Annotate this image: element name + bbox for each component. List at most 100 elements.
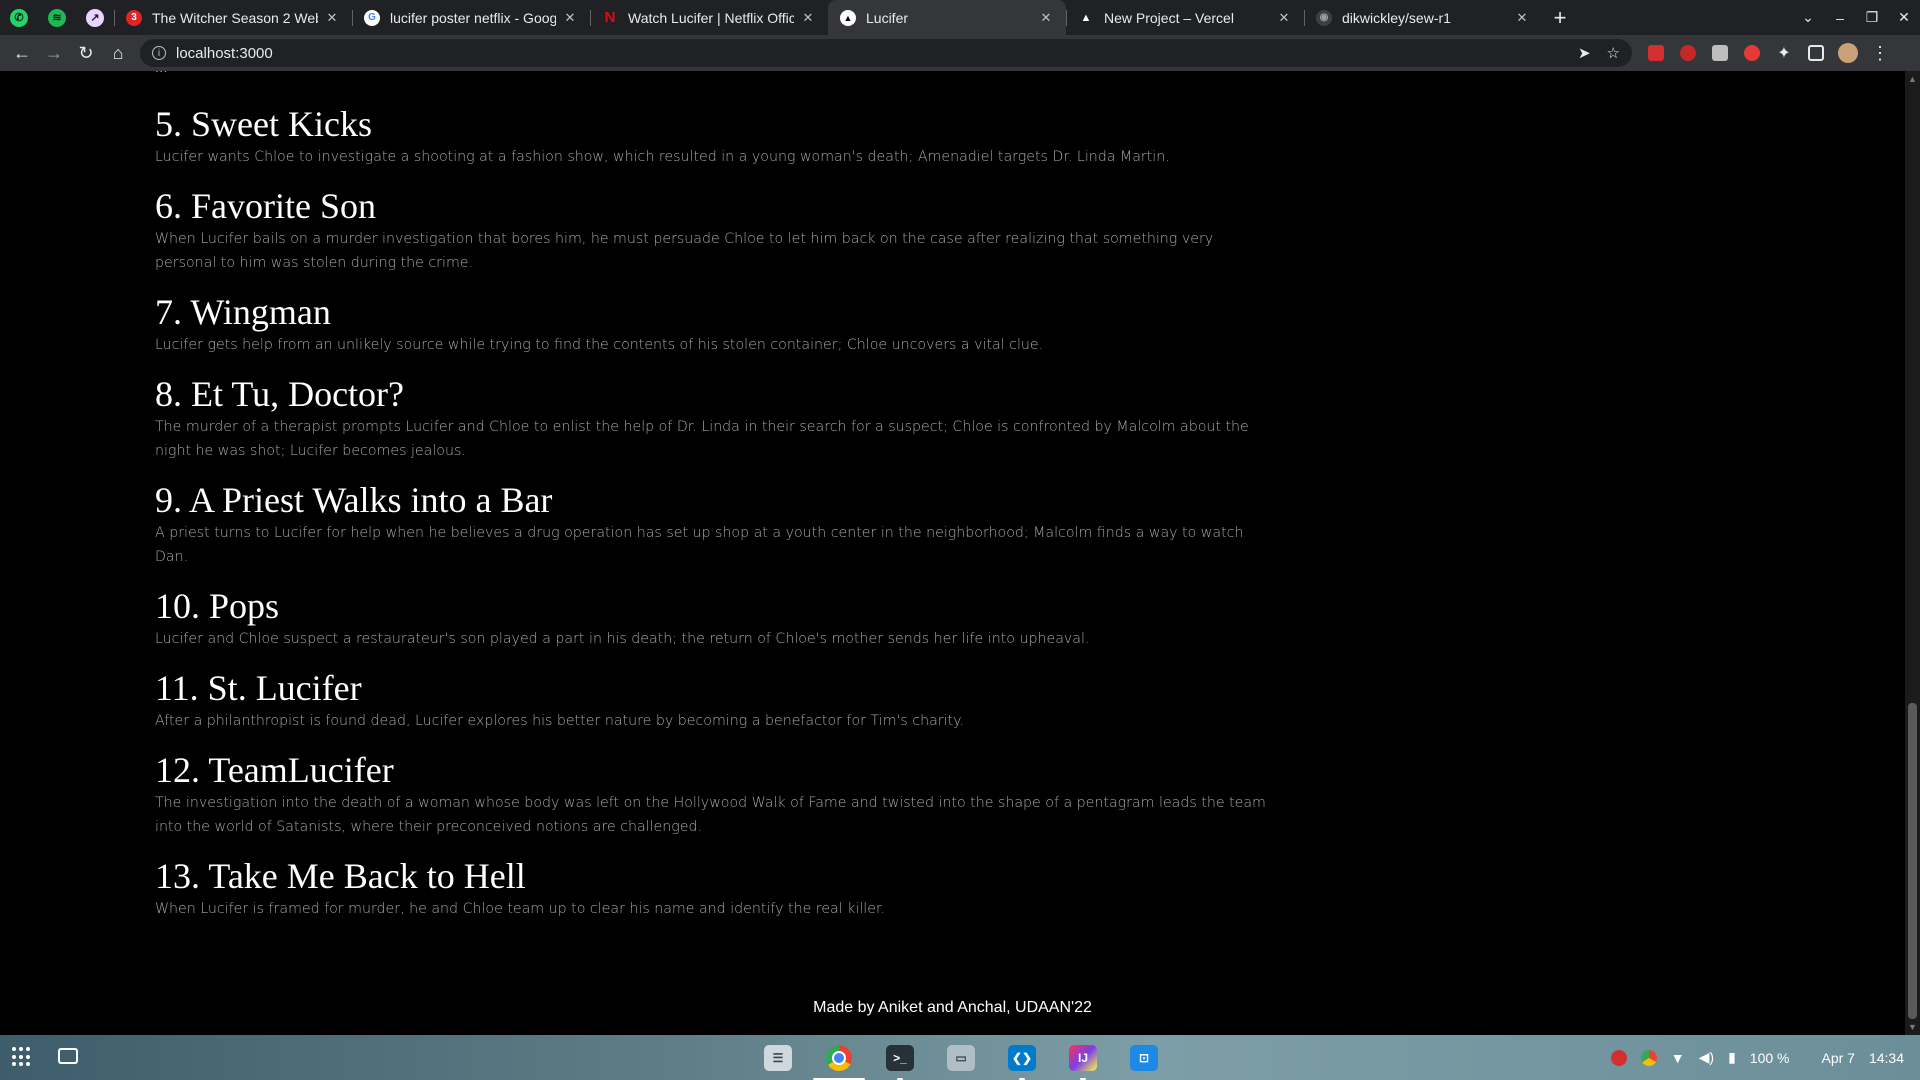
episode-item: 7. Wingman Lucifer gets help from an unl… <box>155 291 1270 357</box>
episode-description: Lucifer and Chloe suspect a restaurateur… <box>155 631 1090 647</box>
home-icon[interactable]: ⌂ <box>102 37 134 69</box>
shelf-app-terminal[interactable]: >_ <box>882 1041 918 1074</box>
wifi-icon: ▼ <box>1670 1049 1685 1066</box>
partial-episode-description: ... <box>155 71 168 76</box>
tab-title: Lucifer <box>866 9 909 26</box>
back-icon[interactable]: ← <box>6 37 38 69</box>
episode-description: After a philanthropist is found dead, Lu… <box>155 713 965 729</box>
360-icon: 3 <box>126 9 142 26</box>
episode-item: 8. Et Tu, Doctor? The murder of a therap… <box>155 373 1270 463</box>
close-icon[interactable]: ✕ <box>800 10 816 26</box>
shelf-apps: ☰ >_ ▭ ❮❯ IJ ⊡ <box>760 1041 1162 1074</box>
pinned-tab-rocket[interactable]: ↗ <box>76 0 114 35</box>
netflix-icon: N <box>604 9 616 26</box>
volume-icon: ◀) <box>1698 1049 1715 1065</box>
shelf-app-folder[interactable]: ▭ <box>943 1041 979 1074</box>
menu-kebab-icon[interactable]: ⋮ <box>1864 37 1896 69</box>
page-viewport: ... 5. Sweet Kicks Lucifer wants Chloe t… <box>0 71 1905 1035</box>
new-tab-button[interactable]: + <box>1542 0 1578 35</box>
extension-4[interactable] <box>1736 37 1768 69</box>
tab-google-search[interactable]: G lucifer poster netflix - Goog ✕ <box>352 0 590 35</box>
spotify-icon: ≋ <box>48 8 66 27</box>
overview-icon[interactable] <box>58 1048 78 1064</box>
rocket-icon: ↗ <box>86 8 104 27</box>
episode-description: Lucifer wants Chloe to investigate a sho… <box>155 149 1170 165</box>
url-text[interactable]: localhost:3000 <box>176 45 1562 62</box>
extension-icon <box>1712 45 1728 61</box>
bookmark-star-icon[interactable]: ☆ <box>1607 44 1620 62</box>
github-icon: ◉ <box>1316 9 1332 26</box>
page-scrollbar[interactable]: ▲ ▼ <box>1905 71 1920 1035</box>
minimize-icon[interactable]: – <box>1824 10 1856 26</box>
close-icon[interactable]: ✕ <box>1276 10 1292 26</box>
reload-icon[interactable]: ↻ <box>70 37 102 69</box>
scroll-down-icon[interactable]: ▼ <box>1908 1022 1917 1032</box>
pinned-tab-spotify[interactable]: ≋ <box>38 0 76 35</box>
intellij-icon: IJ <box>1069 1044 1097 1071</box>
tab-search-icon[interactable]: ⌄ <box>1792 9 1824 26</box>
episode-description: A priest turns to Lucifer for help when … <box>155 525 1244 565</box>
extension-1[interactable] <box>1640 37 1672 69</box>
episode-item: 12. TeamLucifer The investigation into t… <box>155 749 1270 839</box>
send-icon[interactable]: ➤ <box>1578 44 1591 62</box>
shelf-app-chrome[interactable] <box>821 1041 857 1074</box>
page-footer: Made by Aniket and Anchal, UDAAN'22 <box>813 999 1092 1016</box>
extension-2[interactable] <box>1672 37 1704 69</box>
panel-icon <box>1808 45 1824 61</box>
vercel-icon: ▲ <box>1080 11 1092 24</box>
episode-description: The murder of a therapist prompts Lucife… <box>155 419 1249 459</box>
scrollbar-thumb[interactable] <box>1908 703 1917 1019</box>
tab-vercel-new-project[interactable]: ▲ New Project – Vercel ✕ <box>1066 0 1304 35</box>
tab-witcher[interactable]: 3 The Witcher Season 2 Web ✕ <box>114 0 352 35</box>
extension-icon <box>1648 45 1664 61</box>
extensions-puzzle-icon[interactable]: ✦ <box>1768 37 1800 69</box>
profile-avatar[interactable] <box>1832 37 1864 69</box>
extension-3[interactable] <box>1704 37 1736 69</box>
shelf-app-files[interactable]: ☰ <box>760 1041 796 1074</box>
shelf-app-vscode[interactable]: ❮❯ <box>1004 1041 1040 1074</box>
episode-title: 7. Wingman <box>155 292 331 332</box>
episode-title: 6. Favorite Son <box>155 186 376 226</box>
forward-icon[interactable]: → <box>38 37 70 69</box>
episode-item: 9. A Priest Walks into a Bar A priest tu… <box>155 479 1270 569</box>
chrome-icon <box>826 1044 852 1071</box>
episode-title: 8. Et Tu, Doctor? <box>155 374 405 414</box>
episode-item: 5. Sweet Kicks Lucifer wants Chloe to in… <box>155 103 1270 169</box>
battery-icon: ▮ <box>1728 1049 1736 1065</box>
close-icon[interactable]: ✕ <box>1038 10 1054 26</box>
tab-github[interactable]: ◉ dikwickley/sew-r1 ✕ <box>1304 0 1542 35</box>
gmail-icon[interactable] <box>1610 1049 1627 1066</box>
info-icon[interactable]: i <box>152 46 166 60</box>
episode-description: When Lucifer is framed for murder, he an… <box>155 901 886 917</box>
episode-title: 11. St. Lucifer <box>155 668 362 708</box>
episode-item: 11. St. Lucifer After a philanthropist i… <box>155 667 1270 733</box>
shelf-app-intellij[interactable]: IJ <box>1065 1041 1101 1074</box>
close-icon[interactable]: ✕ <box>562 10 578 26</box>
scroll-up-icon[interactable]: ▲ <box>1908 74 1917 84</box>
shelf-app-store[interactable]: ⊡ <box>1126 1041 1162 1074</box>
episode-title: 12. TeamLucifer <box>155 750 394 790</box>
close-icon[interactable]: ✕ <box>324 10 340 26</box>
close-icon[interactable]: ✕ <box>1514 10 1530 26</box>
extension-icon <box>1744 45 1760 61</box>
launcher-icon[interactable] <box>12 1047 32 1067</box>
chrome-notification-icon[interactable] <box>1640 1049 1657 1066</box>
episode-title: 5. Sweet Kicks <box>155 104 372 144</box>
close-window-icon[interactable]: ✕ <box>1888 9 1920 26</box>
extension-icon <box>1680 45 1696 61</box>
side-panel-icon[interactable] <box>1800 37 1832 69</box>
google-icon: G <box>364 9 380 26</box>
address-bar[interactable]: i localhost:3000 ➤ ☆ <box>140 39 1632 67</box>
episode-title: 9. A Priest Walks into a Bar <box>155 480 553 520</box>
tab-lucifer[interactable]: ▲ Lucifer ✕ <box>828 0 1066 35</box>
tab-netflix[interactable]: N Watch Lucifer | Netflix Offic ✕ <box>590 0 828 35</box>
status-tray[interactable]: ▼ ◀) ▮ 100 % Apr 7 14:34 <box>1610 1035 1904 1080</box>
episode-list: 5. Sweet Kicks Lucifer wants Chloe to in… <box>155 103 1270 937</box>
os-shelf: ☰ >_ ▭ ❮❯ IJ ⊡ ▼ ◀) ▮ 100 % Apr 7 14:34 <box>0 1035 1920 1080</box>
tab-title: Watch Lucifer | Netflix Offic <box>628 9 794 26</box>
tab-title: New Project – Vercel <box>1104 9 1234 26</box>
episode-description: When Lucifer bails on a murder investiga… <box>155 231 1214 271</box>
pinned-tab-whatsapp[interactable]: ✆ <box>0 0 38 35</box>
folder-icon: ▭ <box>947 1044 975 1071</box>
restore-icon[interactable]: ❐ <box>1856 9 1888 26</box>
